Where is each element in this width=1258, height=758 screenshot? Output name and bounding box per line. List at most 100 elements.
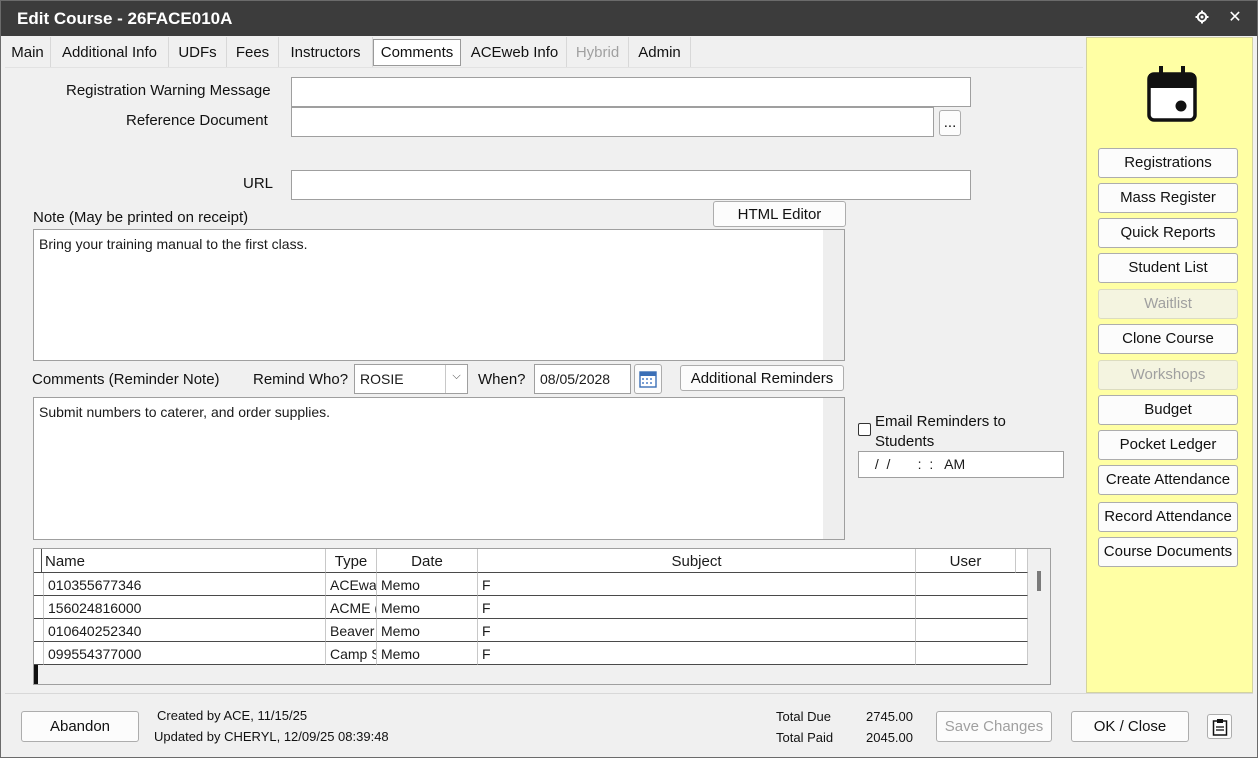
comments-label: Comments (Reminder Note) bbox=[32, 371, 220, 388]
abandon-button[interactable]: Abandon bbox=[21, 711, 139, 742]
cell-date: Memo bbox=[377, 619, 478, 642]
cell-user bbox=[916, 642, 1028, 665]
cell-date: Memo bbox=[377, 573, 478, 596]
cell-subject: F bbox=[478, 642, 916, 665]
row-indicator bbox=[34, 642, 44, 665]
email-datetime-input[interactable]: / / : : AM bbox=[858, 451, 1064, 478]
workshops-button: Workshops bbox=[1098, 360, 1238, 390]
additional-reminders-button[interactable]: Additional Reminders bbox=[680, 365, 844, 391]
row-indicator bbox=[34, 619, 44, 642]
grid-vertical-scrollbar[interactable] bbox=[1028, 549, 1050, 684]
tab-comments[interactable]: Comments bbox=[373, 39, 461, 66]
calendar-picker-button[interactable] bbox=[634, 364, 662, 394]
registrations-button[interactable]: Registrations bbox=[1098, 148, 1238, 178]
student-list-button[interactable]: Student List bbox=[1098, 253, 1238, 283]
cell-subject: F bbox=[478, 619, 916, 642]
cell-name: 099554377000 bbox=[44, 642, 326, 665]
total-paid-label: Total Paid bbox=[776, 730, 834, 745]
tab-hybrid: Hybrid bbox=[567, 37, 629, 67]
comments-scrollbar[interactable] bbox=[823, 398, 844, 539]
reg-warning-input[interactable] bbox=[291, 77, 971, 107]
note-textarea[interactable]: Bring your training manual to the first … bbox=[33, 229, 845, 361]
column-header-name[interactable]: Name bbox=[42, 549, 326, 573]
row-indicator bbox=[34, 573, 44, 596]
save-changes-button: Save Changes bbox=[936, 711, 1052, 742]
scrollbar-thumb[interactable] bbox=[1037, 571, 1041, 591]
cell-name: 010640252340 bbox=[44, 619, 326, 642]
cell-name: 010355677346 bbox=[44, 573, 326, 596]
column-header-subject[interactable]: Subject bbox=[478, 549, 916, 573]
clone-course-button[interactable]: Clone Course bbox=[1098, 324, 1238, 354]
cell-user bbox=[916, 619, 1028, 642]
reg-warning-label: Registration Warning Message bbox=[66, 82, 271, 99]
cell-type: ACEwa bbox=[326, 573, 377, 596]
ok-close-button[interactable]: OK / Close bbox=[1071, 711, 1189, 742]
settings-icon[interactable] bbox=[1191, 7, 1213, 29]
record-attendance-button[interactable]: Record Attendance bbox=[1098, 502, 1238, 532]
cell-date: Memo bbox=[377, 596, 478, 619]
tab-bar: Main Additional Info UDFs Fees Instructo… bbox=[5, 37, 1083, 67]
close-icon[interactable]: ✕ bbox=[1224, 7, 1246, 29]
clipboard-button[interactable] bbox=[1207, 714, 1232, 739]
cell-type: ACME ( bbox=[326, 596, 377, 619]
column-header-spacer bbox=[1016, 549, 1028, 573]
column-header-user[interactable]: User bbox=[916, 549, 1016, 573]
cell-subject: F bbox=[478, 573, 916, 596]
clipboard-icon bbox=[1212, 719, 1227, 736]
course-actions-panel: Registrations Mass Register Quick Report… bbox=[1086, 37, 1253, 693]
remind-who-label: Remind Who? bbox=[253, 371, 349, 388]
column-header-date[interactable]: Date bbox=[377, 549, 478, 573]
when-label: When? bbox=[478, 371, 526, 388]
updated-by-text: Updated by CHERYL, 12/09/25 08:39:48 bbox=[154, 729, 389, 744]
quick-reports-button[interactable]: Quick Reports bbox=[1098, 218, 1238, 248]
email-reminders-checkbox[interactable] bbox=[858, 423, 871, 436]
grid-empty-area bbox=[38, 665, 1028, 684]
browse-button[interactable]: ... bbox=[939, 110, 961, 136]
total-due-label: Total Due bbox=[776, 709, 831, 724]
tab-fees[interactable]: Fees bbox=[227, 37, 279, 67]
total-paid-value: 2045.00 bbox=[866, 730, 913, 745]
comments-textarea[interactable]: Submit numbers to caterer, and order sup… bbox=[33, 397, 845, 540]
calendar-icon bbox=[639, 371, 657, 388]
cell-subject: F bbox=[478, 596, 916, 619]
html-editor-button[interactable]: HTML Editor bbox=[713, 201, 846, 227]
cell-user bbox=[916, 596, 1028, 619]
remind-who-select[interactable]: ROSIE ⌵ bbox=[354, 364, 468, 394]
row-indicator bbox=[34, 596, 44, 619]
row-indicator-header bbox=[34, 549, 42, 573]
cell-type: Camp S bbox=[326, 642, 377, 665]
total-due-value: 2745.00 bbox=[866, 709, 913, 724]
tab-aceweb-info[interactable]: ACEweb Info bbox=[463, 37, 567, 67]
cell-date: Memo bbox=[377, 642, 478, 665]
url-input[interactable] bbox=[291, 170, 971, 200]
course-documents-button[interactable]: Course Documents bbox=[1098, 537, 1238, 567]
email-reminders-label: Email Reminders to Students bbox=[875, 413, 1006, 450]
when-date-input[interactable]: 08/05/2028 bbox=[534, 364, 631, 394]
tab-main[interactable]: Main bbox=[5, 37, 51, 67]
mass-register-button[interactable]: Mass Register bbox=[1098, 183, 1238, 213]
ref-doc-input[interactable] bbox=[291, 107, 934, 137]
reminders-grid: Name Type Date Subject User 010355677346… bbox=[33, 548, 1051, 685]
column-header-type[interactable]: Type bbox=[326, 549, 377, 573]
created-by-text: Created by ACE, 11/15/25 bbox=[157, 708, 308, 723]
tab-instructors[interactable]: Instructors bbox=[279, 37, 373, 67]
comments-text: Submit numbers to caterer, and order sup… bbox=[39, 404, 331, 420]
tab-additional-info[interactable]: Additional Info bbox=[51, 37, 169, 67]
pocket-ledger-button[interactable]: Pocket Ledger bbox=[1098, 430, 1238, 460]
create-attendance-button[interactable]: Create Attendance bbox=[1098, 465, 1238, 495]
url-label: URL bbox=[243, 175, 274, 192]
cell-type: Beaver bbox=[326, 619, 377, 642]
tab-udfs[interactable]: UDFs bbox=[169, 37, 227, 67]
note-scrollbar[interactable] bbox=[823, 230, 844, 360]
title-bar: Edit Course - 26FACE010A ✕ bbox=[1, 1, 1257, 36]
ref-doc-label: Reference Document bbox=[126, 112, 268, 129]
cell-user bbox=[916, 573, 1028, 596]
note-text: Bring your training manual to the first … bbox=[39, 236, 308, 252]
footer-bar bbox=[5, 693, 1253, 755]
budget-button[interactable]: Budget bbox=[1098, 395, 1238, 425]
tab-admin[interactable]: Admin bbox=[629, 37, 691, 67]
calendar-icon bbox=[1147, 64, 1197, 122]
window-title: Edit Course - 26FACE010A bbox=[17, 9, 233, 28]
waitlist-button: Waitlist bbox=[1098, 289, 1238, 319]
chevron-down-icon[interactable]: ⌵ bbox=[445, 365, 467, 393]
